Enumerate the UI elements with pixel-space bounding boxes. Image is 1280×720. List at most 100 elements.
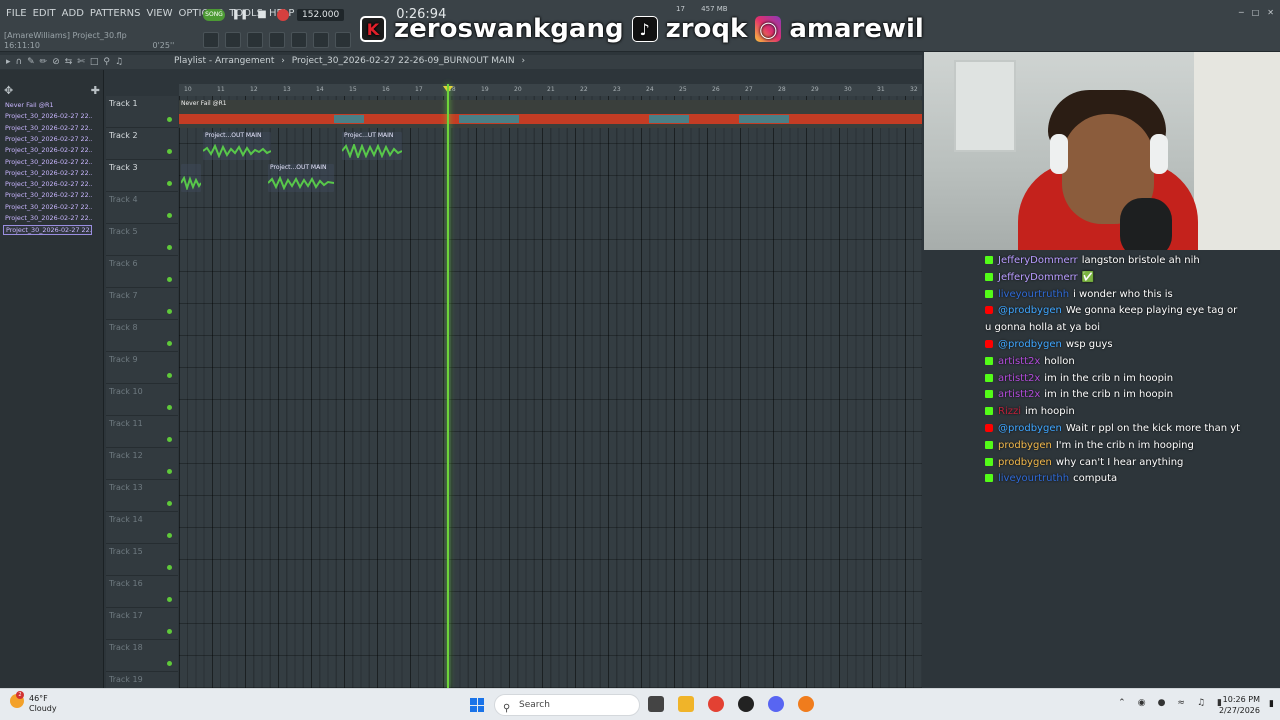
song-mode-toggle[interactable]: SONG: [203, 8, 225, 21]
track-mute-led[interactable]: [167, 405, 172, 410]
track-mute-led[interactable]: [167, 437, 172, 442]
track-header[interactable]: Track 5: [106, 224, 178, 256]
chrome-icon[interactable]: [708, 696, 724, 712]
brush-icon[interactable]: ✏: [40, 57, 48, 67]
pattern-item[interactable]: Project_30_2026-02-27 22...: [3, 169, 92, 179]
track-mute-led[interactable]: [167, 245, 172, 250]
track-mute-led[interactable]: [167, 341, 172, 346]
pattern-item[interactable]: Project_30_2026-02-27 22...: [3, 203, 92, 213]
track1-clip[interactable]: Never Fail @R1: [179, 100, 922, 128]
taskbar-clock[interactable]: 10:26 PM 2/27/2026: [1219, 694, 1260, 716]
track-header[interactable]: Track 17: [106, 608, 178, 640]
track-header[interactable]: Track 14: [106, 512, 178, 544]
track-mute-led[interactable]: [167, 661, 172, 666]
minimize-icon[interactable]: ─: [1239, 8, 1244, 17]
mixer-icon[interactable]: [269, 32, 285, 48]
add-pattern-icon[interactable]: ✚: [91, 84, 100, 97]
playlist-icon[interactable]: [203, 32, 219, 48]
track-mute-led[interactable]: [167, 533, 172, 538]
track-mute-led[interactable]: [167, 149, 172, 154]
track-mute-led[interactable]: [167, 373, 172, 378]
maximize-icon[interactable]: □: [1252, 8, 1260, 17]
zoom-icon[interactable]: ⚲: [103, 57, 110, 67]
track-header[interactable]: Track 6: [106, 256, 178, 288]
track-header[interactable]: Track 10: [106, 384, 178, 416]
task-view-icon[interactable]: [648, 696, 664, 712]
track-header[interactable]: Track 7: [106, 288, 178, 320]
tray-overflow-icon[interactable]: ⌃: [1118, 698, 1126, 708]
track-mute-led[interactable]: [167, 565, 172, 570]
select-icon[interactable]: □: [90, 57, 99, 67]
track-mute-led[interactable]: [167, 597, 172, 602]
close-icon[interactable]: ✕: [1267, 8, 1274, 17]
pattern-item[interactable]: Project_30_2026-02-27 22...: [3, 112, 92, 122]
track-header[interactable]: Track 15: [106, 544, 178, 576]
file-explorer-icon[interactable]: [678, 696, 694, 712]
track-mute-led[interactable]: [167, 181, 172, 186]
track-header[interactable]: Track 18: [106, 640, 178, 672]
pattern-item[interactable]: Never Fail @R1: [3, 101, 92, 111]
browser-move-icon[interactable]: ✥: [4, 84, 13, 97]
plugin-icon[interactable]: [291, 32, 307, 48]
menu-edit[interactable]: EDIT: [33, 8, 56, 19]
track-mute-led[interactable]: [167, 469, 172, 474]
speaker-icon[interactable]: ♫: [115, 57, 123, 67]
fl-studio-icon[interactable]: [798, 696, 814, 712]
pause-icon[interactable]: ❚❚: [232, 8, 249, 22]
tray-app-icon[interactable]: ◉: [1138, 698, 1146, 708]
pattern-item[interactable]: Project_30_2026-02-27 22...: [3, 214, 92, 224]
stop-icon[interactable]: ■: [255, 8, 269, 22]
arrangement-grid[interactable]: Never Fail @R1 Project...OUT MAIN Projec…: [179, 96, 922, 688]
track-mute-led[interactable]: [167, 213, 172, 218]
track-header[interactable]: Track 8: [106, 320, 178, 352]
volume-icon[interactable]: ♫: [1197, 698, 1205, 708]
menu-file[interactable]: FILE: [6, 8, 27, 19]
obs-icon[interactable]: [738, 696, 754, 712]
wifi-icon[interactable]: ≈: [1177, 698, 1185, 708]
pencil-icon[interactable]: ✎: [27, 57, 35, 67]
track-header[interactable]: Track 3: [106, 160, 178, 192]
track3-clip-a[interactable]: [181, 164, 201, 192]
weather-widget[interactable]: 2 46°F Cloudy: [10, 691, 57, 714]
pattern-item[interactable]: Project_30_2026-02-27 22...: [3, 146, 92, 156]
track-mute-led[interactable]: [167, 309, 172, 314]
track-header[interactable]: Track 13: [106, 480, 178, 512]
track-header[interactable]: Track 16: [106, 576, 178, 608]
track3-clip-b[interactable]: Project...OUT MAIN: [268, 164, 334, 192]
track-header[interactable]: Track 12: [106, 448, 178, 480]
track-header[interactable]: Track 11: [106, 416, 178, 448]
track-mute-led[interactable]: [167, 629, 172, 634]
notification-icon[interactable]: ▮: [1269, 699, 1274, 709]
play-arrow-icon[interactable]: ▸: [6, 57, 11, 67]
pattern-item[interactable]: Project_30_2026-02-27 22...: [3, 180, 92, 190]
mute-icon[interactable]: ⊘: [52, 57, 60, 67]
track-mute-led[interactable]: [167, 117, 172, 122]
mic-icon[interactable]: [335, 32, 351, 48]
track-header[interactable]: Track 2: [106, 128, 178, 160]
magnet-icon[interactable]: ∩: [16, 57, 23, 67]
pattern-item[interactable]: Project_30_2026-02-27 22...: [3, 135, 92, 145]
track-header[interactable]: Track 4: [106, 192, 178, 224]
tray-mic-icon[interactable]: ●: [1158, 698, 1166, 708]
pattern-item[interactable]: Project_30_2026-02-27 22...: [3, 225, 92, 236]
record-button[interactable]: [277, 8, 289, 21]
taskbar-search[interactable]: ⚲ Search: [494, 694, 640, 716]
pattern-item[interactable]: Project_30_2026-02-27 22...: [3, 124, 92, 134]
menu-patterns[interactable]: PATTERNS: [90, 8, 141, 19]
menu-view[interactable]: VIEW: [147, 8, 173, 19]
piano-roll-icon[interactable]: [225, 32, 241, 48]
track2-clip-b[interactable]: Projec...UT MAIN: [342, 132, 402, 160]
pattern-item[interactable]: Project_30_2026-02-27 22...: [3, 191, 92, 201]
timeline-ruler[interactable]: 10 11 12 13 14 15 16 17 18 19 20 21 22 23 24 25 26 27 28 29…: [179, 84, 922, 96]
menu-add[interactable]: ADD: [62, 8, 84, 19]
track-header[interactable]: Track 1: [106, 96, 178, 128]
discord-icon[interactable]: [768, 696, 784, 712]
slice-icon[interactable]: ✄: [77, 57, 85, 67]
windows-start-icon[interactable]: [470, 698, 484, 712]
track-mute-led[interactable]: [167, 277, 172, 282]
tempo-display[interactable]: 152.000: [297, 8, 345, 21]
arrow-icon[interactable]: [313, 32, 329, 48]
track2-clip-a[interactable]: Project...OUT MAIN: [203, 132, 271, 160]
channel-rack-icon[interactable]: [247, 32, 263, 48]
pattern-item[interactable]: Project_30_2026-02-27 22...: [3, 158, 92, 168]
